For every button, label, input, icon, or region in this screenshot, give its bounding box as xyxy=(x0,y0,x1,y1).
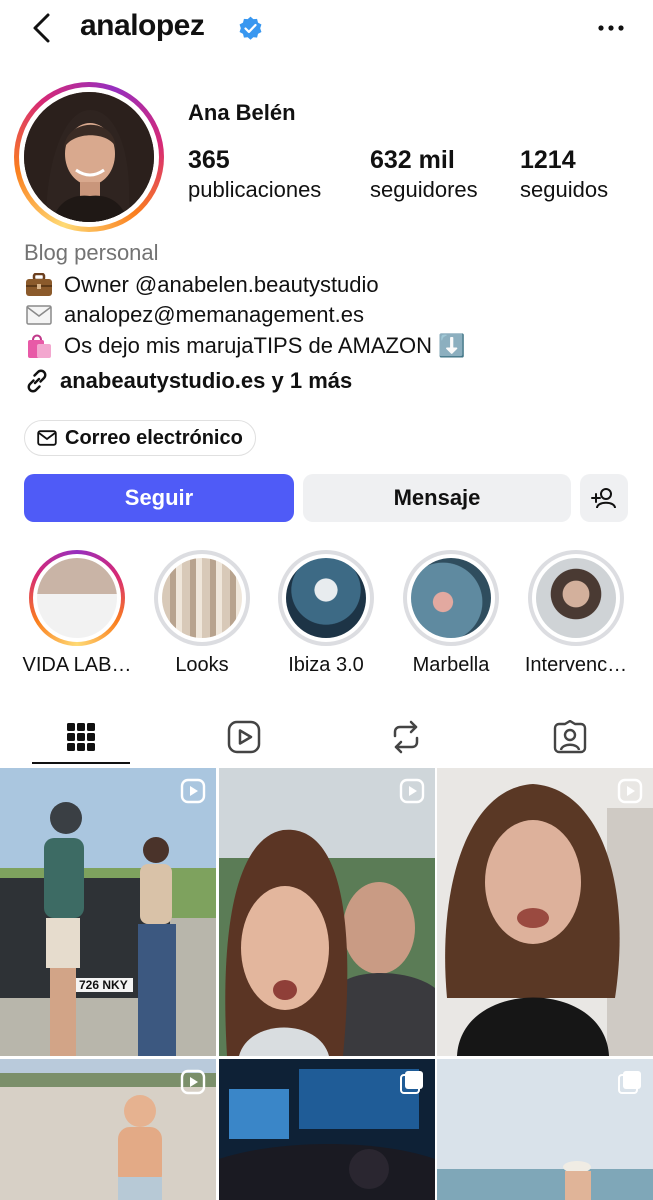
stat-following-label: seguidos xyxy=(520,177,609,202)
tab-tagged[interactable] xyxy=(521,710,619,764)
grid-post[interactable] xyxy=(437,768,653,1056)
tagged-icon xyxy=(553,720,587,754)
bio-line: Owner @anabelen.beautystudio xyxy=(24,270,379,300)
message-button-label: Mensaje xyxy=(393,485,481,510)
carousel-icon xyxy=(618,1071,641,1094)
profile-category: Blog personal xyxy=(24,240,159,265)
highlight-cover xyxy=(411,558,491,638)
follow-button-label: Seguir xyxy=(124,485,194,510)
grid-post[interactable] xyxy=(0,1059,216,1200)
post-thumbnail xyxy=(219,768,435,1056)
bio-line: analopez@memanagement.es xyxy=(24,300,364,330)
grid-post[interactable] xyxy=(437,1059,653,1200)
reel-icon xyxy=(180,1069,206,1095)
highlight-marbella[interactable]: Marbella xyxy=(389,550,513,677)
carousel-icon xyxy=(400,1071,423,1094)
grid-icon xyxy=(67,723,95,751)
selected-tab-indicator xyxy=(32,762,130,764)
chevron-left-icon xyxy=(33,13,50,43)
profile-full-name: Ana Belén xyxy=(188,100,296,125)
link-icon xyxy=(27,369,47,393)
profile-avatar-story-ring[interactable] xyxy=(14,82,164,232)
add-person-icon xyxy=(591,488,616,509)
stat-posts[interactable]: 365 publicaciones xyxy=(188,145,321,205)
avatar-portrait xyxy=(24,92,154,222)
grid-post[interactable]: 726 NKY xyxy=(0,768,216,1056)
highlight-label: Looks xyxy=(175,654,229,676)
highlight-looks[interactable]: Looks xyxy=(140,550,264,677)
bio-line: Os dejo mis marujaTIPS de AMAZON ⬇️ xyxy=(24,331,466,361)
highlight-vida-laboral[interactable]: VIDA LAB… xyxy=(15,550,139,677)
highlight-label: Marbella xyxy=(412,654,490,676)
highlight-intervenciones[interactable]: Intervenc… xyxy=(514,550,638,677)
reposts-icon xyxy=(393,720,419,754)
top-bar: analopez xyxy=(0,0,653,58)
grid-post[interactable] xyxy=(219,1059,435,1200)
back-button[interactable] xyxy=(24,10,60,46)
highlight-label: Intervenc… xyxy=(524,654,628,676)
profile-external-link[interactable]: anabeautystudio.es y 1 más xyxy=(24,368,352,394)
tab-reposts[interactable] xyxy=(357,710,455,764)
stat-following-count: 1214 xyxy=(520,146,576,174)
highlight-cover xyxy=(37,558,117,638)
stat-posts-count: 365 xyxy=(188,146,230,174)
stat-following[interactable]: 1214 seguidos xyxy=(520,145,608,205)
shopping-bags-icon xyxy=(24,333,54,359)
verified-badge-icon xyxy=(239,16,262,40)
profile-link-text: anabeautystudio.es y 1 más xyxy=(60,368,353,393)
profile-username: analopez xyxy=(80,9,205,42)
bio-line-text: Owner @anabelen.beautystudio xyxy=(64,272,379,297)
bio-line-text: Os dejo mis marujaTIPS de AMAZON ⬇️ xyxy=(64,333,466,358)
reel-icon xyxy=(617,778,643,804)
tab-posts-grid[interactable] xyxy=(32,710,130,764)
highlight-label: VIDA LAB… xyxy=(22,654,132,676)
envelope-icon xyxy=(24,302,54,328)
briefcase-icon xyxy=(24,272,54,298)
license-plate-text: 726 NKY xyxy=(79,978,128,992)
reel-icon xyxy=(399,778,425,804)
follow-button[interactable]: Seguir xyxy=(24,474,294,522)
bio-line-text: analopez@memanagement.es xyxy=(64,302,364,327)
avatar xyxy=(24,92,154,222)
highlight-cover xyxy=(162,558,242,638)
highlight-label: Ibiza 3.0 xyxy=(288,654,364,676)
reel-icon xyxy=(180,778,206,804)
suggested-accounts-button[interactable] xyxy=(580,474,628,522)
grid-post[interactable] xyxy=(219,768,435,1056)
post-thumbnail xyxy=(437,768,653,1056)
more-options-button[interactable] xyxy=(593,12,629,44)
mail-icon xyxy=(37,430,57,446)
post-thumbnail: 726 NKY xyxy=(0,768,216,1056)
highlight-cover xyxy=(286,558,366,638)
message-button[interactable]: Mensaje xyxy=(303,474,571,522)
email-contact-label: Correo electrónico xyxy=(65,426,243,449)
tab-reels[interactable] xyxy=(195,710,293,764)
more-horizontal-icon xyxy=(598,25,624,31)
highlight-ibiza[interactable]: Ibiza 3.0 xyxy=(264,550,388,677)
stat-posts-label: publicaciones xyxy=(188,177,322,202)
stat-followers[interactable]: 632 mil seguidores xyxy=(370,145,478,205)
email-contact-button[interactable]: Correo electrónico xyxy=(24,420,256,456)
highlight-cover xyxy=(536,558,616,638)
stat-followers-label: seguidores xyxy=(370,177,478,202)
stat-followers-count: 632 mil xyxy=(370,146,455,174)
reels-icon xyxy=(227,720,261,754)
